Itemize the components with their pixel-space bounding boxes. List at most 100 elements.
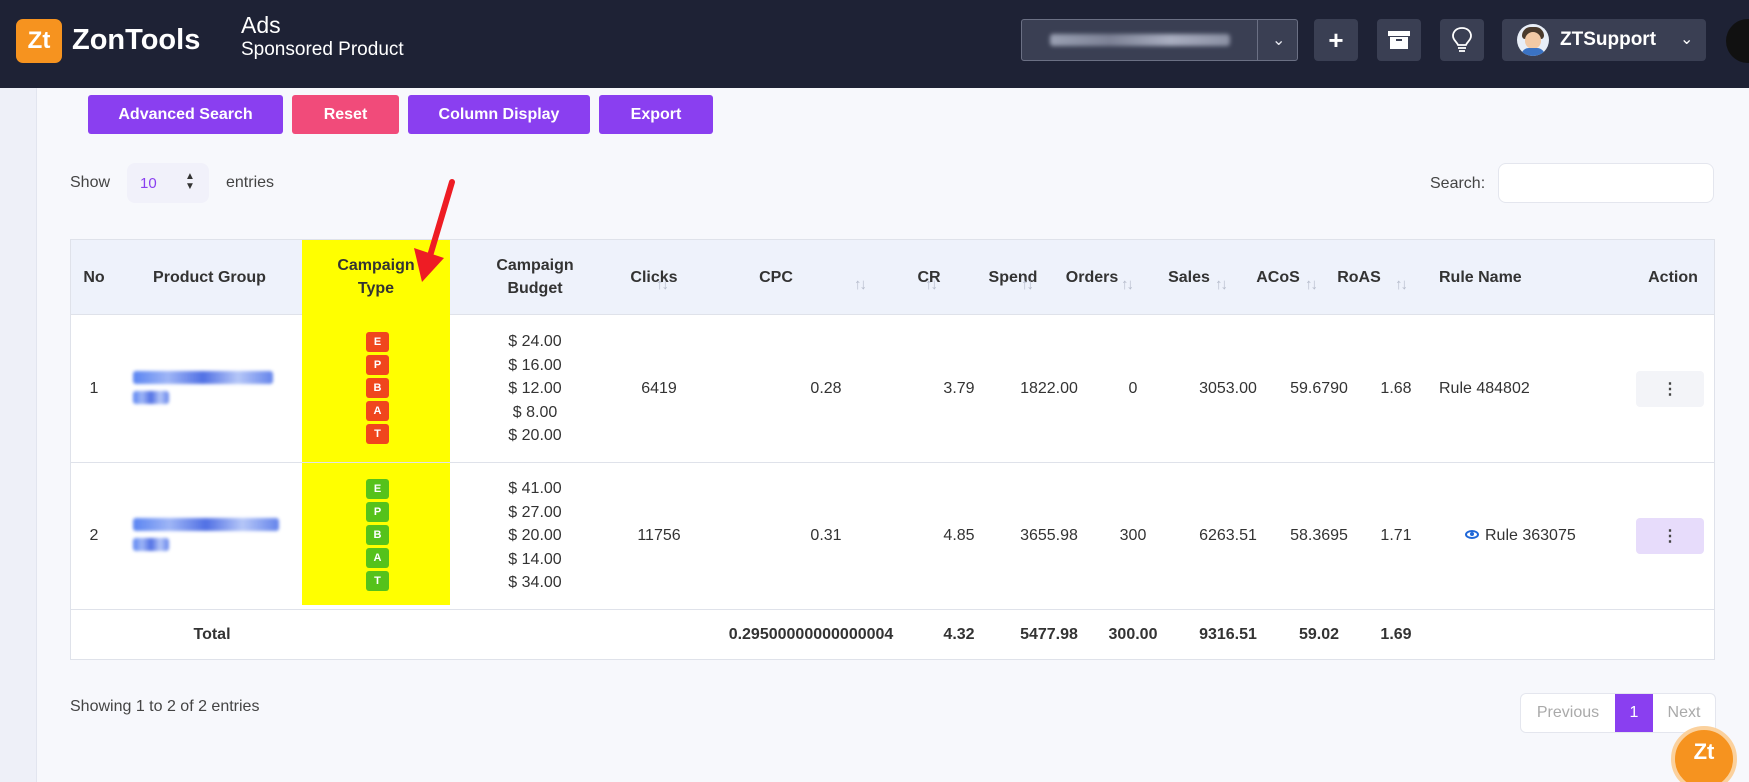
budget-value: $ 20.00 [508,527,562,544]
campaign-type-badge-a: A [366,401,389,421]
total-label: Total [193,626,231,643]
campaign-budgets: $ 24.00 $ 16.00 $ 12.00 $ 8.00 $ 20.00 [487,330,583,448]
campaign-type-badge-e: E [366,479,389,499]
logo-text[interactable]: ZonTools [72,24,200,57]
sort-icon[interactable]: ↑↓ [925,276,938,293]
row2-no: 2 [89,527,99,544]
plus-icon: + [1328,24,1344,55]
total-spend: 5477.98 [1020,626,1078,643]
entries-value: 10 [140,175,157,192]
col-action: Action [1648,269,1698,286]
search-input[interactable] [1498,163,1714,203]
lightbulb-icon [1452,27,1472,52]
page-subtitle: Sponsored Product [241,39,404,60]
campaign-type-badge-b: B [366,525,389,545]
row1-clicks: 6419 [641,380,677,397]
row1-roas: 1.68 [1380,380,1412,397]
sort-updown-icon: ▲ ▼ [185,171,195,192]
campaign-type-badge-b: B [366,378,389,398]
row1-spend: 1822.00 [1020,380,1078,397]
budget-value: $ 20.00 [508,427,562,444]
sort-icon[interactable]: ↑↓ [1305,276,1318,293]
col-clicks[interactable]: Clicks [604,266,704,289]
next-page-button[interactable]: Next [1653,704,1715,722]
product-group-link[interactable] [133,538,169,551]
help-chat-button[interactable]: Zt [1671,726,1737,782]
row2-sales: 6263.51 [1199,527,1257,544]
account-divider [1257,20,1258,60]
top-bar: Zt ZonTools Ads Sponsored Product ⌄ + ZT… [0,0,1749,88]
col-product-group[interactable]: Product Group [117,266,302,289]
logo-icon[interactable]: Zt [16,19,62,63]
campaign-type-badge-e: E [366,332,389,352]
total-sales: 9316.51 [1199,626,1257,643]
reset-button[interactable]: Reset [292,95,399,134]
left-sidebar-collapsed [0,88,37,782]
row1-cr: 3.79 [943,380,975,397]
show-label: Show [70,174,111,191]
col-roas[interactable]: RoAS [1319,266,1399,289]
previous-page-button[interactable]: Previous [1521,704,1615,722]
campaign-type-badge-t: T [366,571,389,591]
col-rule-name[interactable]: Rule Name [1439,266,1589,289]
chevron-down-icon[interactable]: ⌄ [1272,30,1285,50]
row-action-menu-button[interactable]: ⋮ [1636,371,1704,407]
budget-value: $ 34.00 [508,574,562,591]
export-button[interactable]: Export [599,95,713,134]
add-button[interactable]: + [1314,19,1358,61]
row-action-menu-button[interactable]: ⋮ [1636,518,1704,554]
search-label: Search: [1430,175,1486,192]
chevron-down-icon: ⌄ [1680,31,1694,48]
entries-label: entries [226,174,275,191]
eye-icon[interactable] [1465,530,1479,539]
sort-icon[interactable]: ↑↓ [1395,276,1408,293]
col-campaign-budget[interactable]: Campaign Budget [450,254,620,300]
extension-icon[interactable] [1726,19,1749,63]
entries-per-page-select[interactable]: 10 ▲ ▼ [127,163,209,203]
column-display-button[interactable]: Column Display [408,95,590,134]
row2-acos: 58.3695 [1290,527,1348,544]
row2-clicks: 11756 [637,527,681,544]
advanced-search-button[interactable]: Advanced Search [88,95,283,134]
total-cpc: 0.29500000000000004 [728,626,894,643]
row2-rule-name[interactable]: Rule 363075 [1465,527,1635,545]
col-campaign-budget-line2: Budget [507,280,563,297]
rule-name-text: Rule 363075 [1485,527,1576,544]
avatar [1517,24,1549,56]
row1-cpc: 0.28 [810,380,842,397]
row1-sales: 3053.00 [1199,380,1257,397]
total-cr: 4.32 [943,626,975,643]
budget-value: $ 41.00 [508,480,562,497]
budget-value: $ 27.00 [508,503,562,521]
showing-entries-text: Showing 1 to 2 of 2 entries [70,698,260,715]
total-acos: 59.02 [1298,626,1340,643]
col-no[interactable]: No [71,266,117,289]
archive-button[interactable] [1377,19,1421,61]
col-campaign-budget-line1: Campaign [496,257,574,274]
budget-value: $ 8.00 [512,403,558,421]
user-menu[interactable]: ZTSupport ⌄ [1502,19,1706,61]
pagination: Previous 1 Next [1520,693,1716,733]
row2-cpc: 0.31 [810,527,842,544]
account-name-blurred [1050,34,1230,46]
product-group-link[interactable] [133,391,169,404]
row1-acos: 59.6790 [1290,380,1348,397]
account-select[interactable]: ⌄ [1021,19,1298,61]
product-group-link[interactable] [133,371,273,384]
budget-value: $ 12.00 [508,380,562,397]
campaign-type-badge-a: A [366,548,389,568]
budget-value: $ 14.00 [508,550,562,568]
sort-icon[interactable]: ↑↓ [656,276,669,293]
sort-icon[interactable]: ↑↓ [1215,276,1228,293]
tips-button[interactable] [1440,19,1484,61]
sort-icon[interactable]: ↑↓ [854,276,867,293]
sort-icon[interactable]: ↑↓ [1121,276,1134,293]
product-group-link[interactable] [133,518,279,531]
campaign-type-badge-t: T [366,424,389,444]
page-1-button[interactable]: 1 [1615,694,1653,732]
col-cpc[interactable]: CPC [726,266,826,289]
row1-rule-name: Rule 484802 [1439,380,1530,397]
sort-icon[interactable]: ↑↓ [1021,276,1034,293]
campaign-type-badge-p: P [366,355,389,375]
row2-roas: 1.71 [1380,527,1412,544]
